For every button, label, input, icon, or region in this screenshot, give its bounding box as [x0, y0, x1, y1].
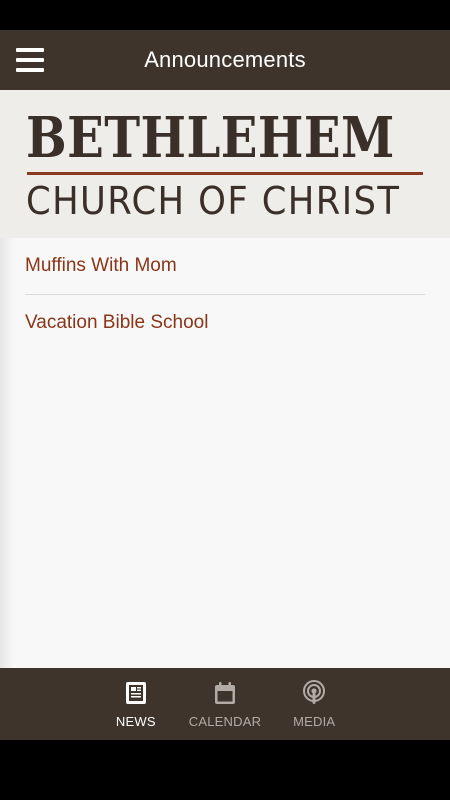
logo-line-2: CHURCH OF CHRIST — [26, 179, 401, 223]
tab-calendar-label: CALENDAR — [188, 714, 262, 729]
system-navigation-bar — [0, 740, 450, 800]
app-bar: Announcements — [0, 30, 450, 90]
tab-media-label: MEDIA — [293, 714, 336, 729]
tab-news[interactable]: NEWS — [105, 668, 167, 740]
newspaper-icon — [125, 682, 146, 704]
logo-divider — [27, 172, 423, 175]
announcement-vacation-bible-school[interactable]: Vacation Bible School — [25, 294, 425, 350]
church-logo: BETHLEHEM CHURCH OF CHRIST — [0, 90, 450, 238]
page-title: Announcements — [144, 47, 306, 72]
hamburger-menu-icon[interactable] — [16, 48, 44, 72]
calendar-icon — [215, 682, 235, 704]
main-content: BETHLEHEM CHURCH OF CHRIST Muffins With … — [0, 90, 450, 668]
bottom-navigation: NEWS CALENDAR MEDIA — [0, 668, 450, 740]
tab-news-label: NEWS — [115, 714, 156, 729]
tab-calendar[interactable]: CALENDAR — [189, 668, 261, 740]
podcast-icon — [303, 680, 326, 704]
tab-media[interactable]: MEDIA — [283, 668, 345, 740]
announcement-muffins-with-mom[interactable]: Muffins With Mom — [25, 238, 425, 294]
announcement-list: Muffins With Mom Vacation Bible School — [0, 238, 450, 350]
status-bar — [0, 0, 450, 30]
logo-line-1: BETHLEHEM — [26, 105, 395, 171]
